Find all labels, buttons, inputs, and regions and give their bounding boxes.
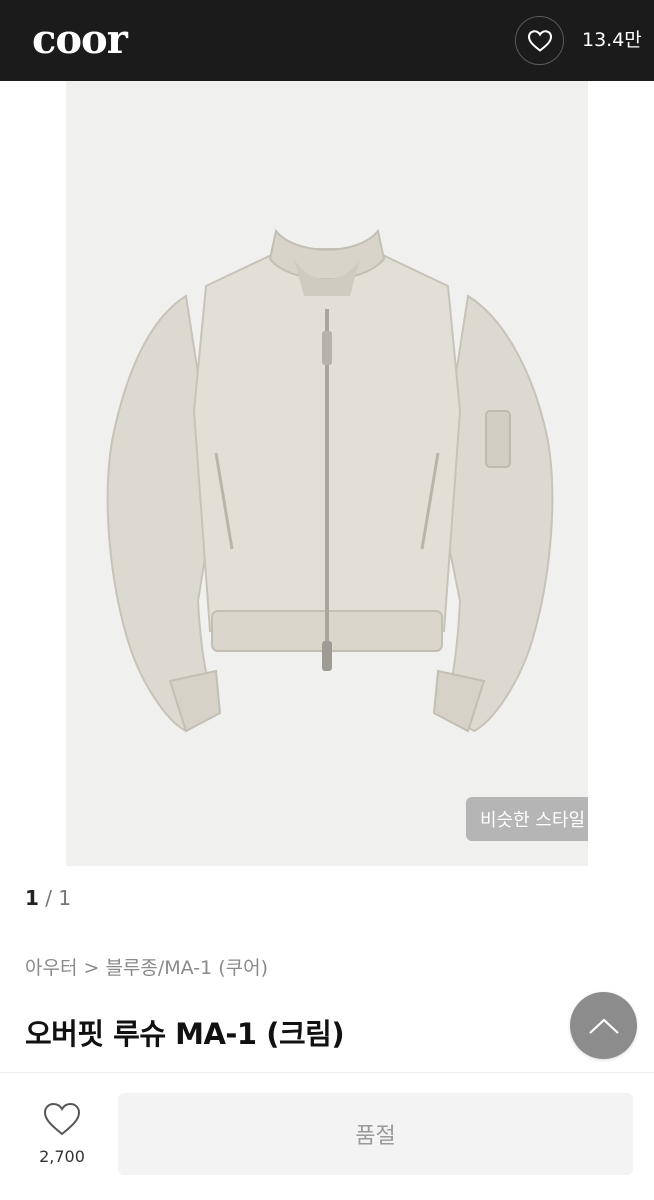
bomber-jacket-image [106,228,554,733]
category-breadcrumb[interactable]: 아우터 > 블루종/MA-1 (쿠어) [25,953,268,980]
similar-style-button[interactable]: 비슷한 스타일 [466,797,588,841]
like-brand-button[interactable] [515,16,564,65]
heart-outline-icon [43,1102,81,1136]
heart-outline-icon [527,29,552,52]
arrow-up-icon [588,1017,619,1034]
product-page: coor 13.4만 비슷한 스타일 1 / 1 아우터 > 블루종/MA-1 … [0,0,654,1200]
brand-logo[interactable]: coor [32,12,128,68]
bottom-action-bar: 2,700 품절 [0,1072,654,1200]
pager-total: 1 [58,886,72,910]
product-title: 오버핏 루슈 MA-1 (크림) [25,1017,345,1051]
product-image[interactable]: 비슷한 스타일 [66,81,588,866]
similar-style-label: 비슷한 스타일 [480,810,586,831]
pager-current: 1 [25,886,39,910]
wishlist-button[interactable]: 2,700 [30,1101,94,1173]
image-pager: 1 / 1 [25,886,71,910]
wishlist-count: 2,700 [39,1147,85,1166]
pager-separator: / [45,886,53,910]
soldout-button[interactable]: 품절 [118,1093,633,1175]
scroll-top-button[interactable] [570,992,637,1059]
top-header: coor 13.4만 [0,0,654,81]
brand-like-count: 13.4만 [582,29,642,51]
